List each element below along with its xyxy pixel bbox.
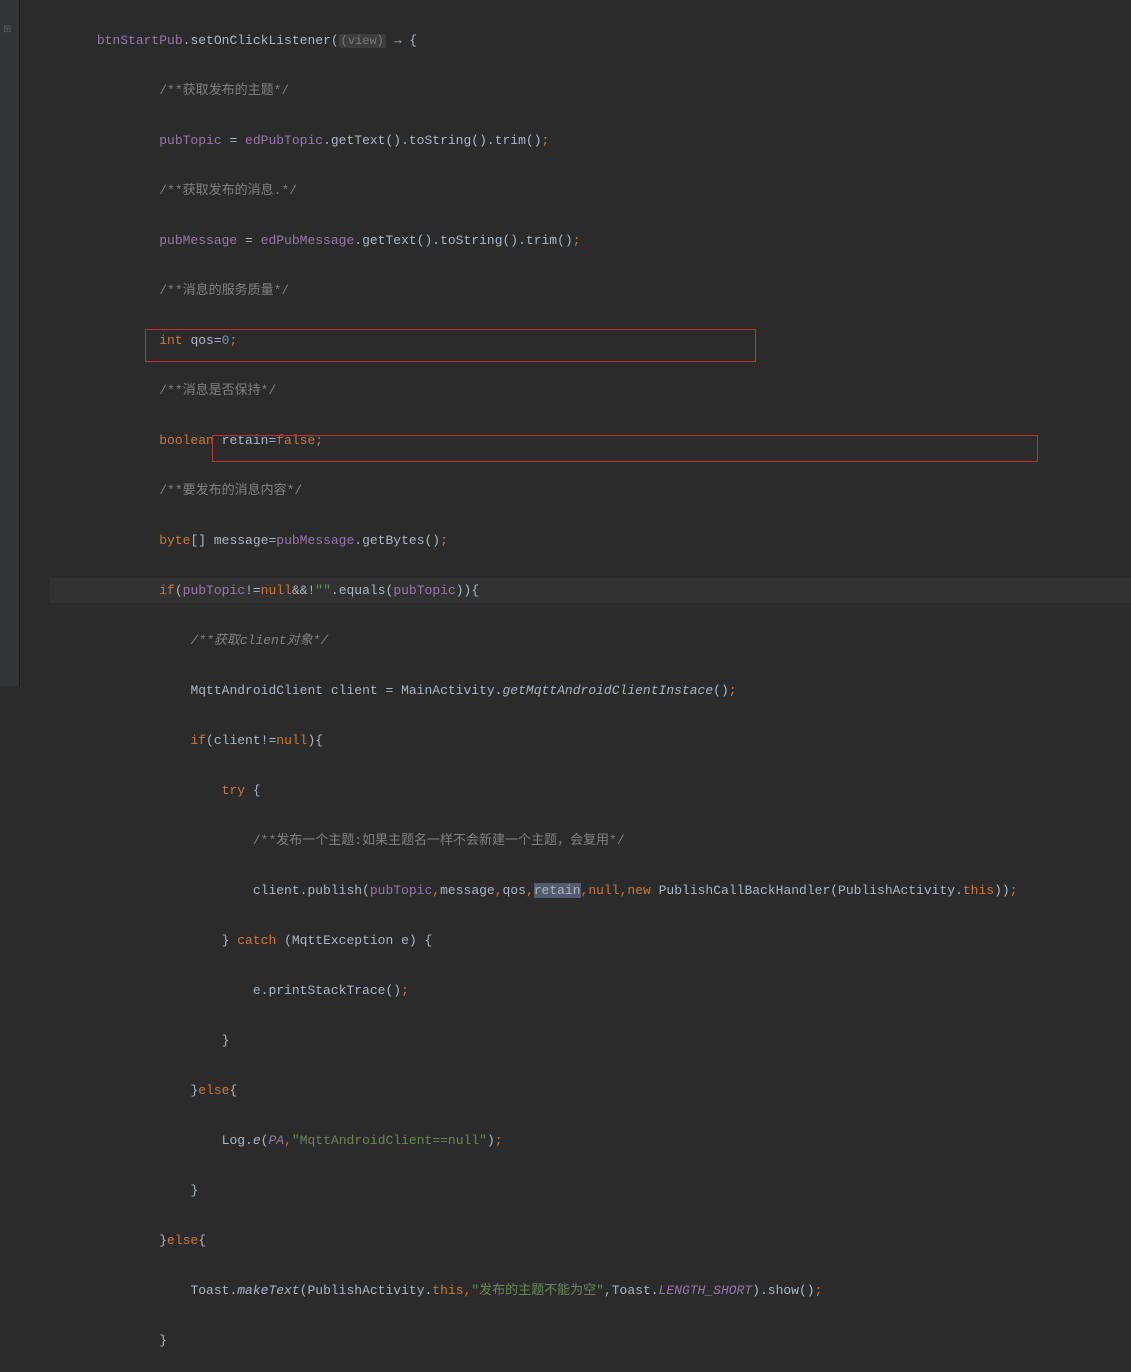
code-line: Log.e(PA,"MqttAndroidClient==null"); [50, 1128, 1131, 1153]
code-line: } [50, 1178, 1131, 1203]
code-line: } [50, 1328, 1131, 1353]
code-line: pubMessage = edPubMessage.getText().toSt… [50, 228, 1131, 253]
code-line: btnStartPub.setOnClickListener((view) → … [50, 28, 1131, 53]
code-line: int qos=0; [50, 328, 1131, 353]
code-line: }else{ [50, 1228, 1131, 1253]
code-line: /**获取发布的主题*/ [50, 78, 1131, 103]
code-line: /**发布一个主题:如果主题名一样不会新建一个主题，会复用*/ [50, 828, 1131, 853]
code-line: e.printStackTrace(); [50, 978, 1131, 1003]
code-line: /**消息是否保持*/ [50, 378, 1131, 403]
fold-icon[interactable]: ⊞ [3, 18, 13, 28]
code-line: try { [50, 778, 1131, 803]
code-line: /**获取发布的消息.*/ [50, 178, 1131, 203]
code-line: Toast.makeText(PublishActivity.this,"发布的… [50, 1278, 1131, 1303]
code-editor[interactable]: btnStartPub.setOnClickListener((view) → … [20, 0, 1131, 1372]
code-line: /**消息的服务质量*/ [50, 278, 1131, 303]
code-line: byte[] message=pubMessage.getBytes(); [50, 528, 1131, 553]
code-line: }else{ [50, 1078, 1131, 1103]
selected-text: retain [534, 883, 581, 898]
code-line: if(pubTopic!=null&&!"".equals(pubTopic))… [50, 578, 1131, 603]
code-line: pubTopic = edPubTopic.getText().toString… [50, 128, 1131, 153]
code-line: if(client!=null){ [50, 728, 1131, 753]
param-hint: (view) [339, 34, 386, 48]
code-line: boolean retain=false; [50, 428, 1131, 453]
code-line: } [50, 1028, 1131, 1053]
code-line: /**获取client对象*/ [50, 628, 1131, 653]
code-line: } catch (MqttException e) { [50, 928, 1131, 953]
code-line: client.publish(pubTopic,message,qos,reta… [50, 878, 1131, 903]
code-line: /**要发布的消息内容*/ [50, 478, 1131, 503]
code-line: MqttAndroidClient client = MainActivity.… [50, 678, 1131, 703]
editor-gutter: ⊞ [0, 0, 20, 686]
